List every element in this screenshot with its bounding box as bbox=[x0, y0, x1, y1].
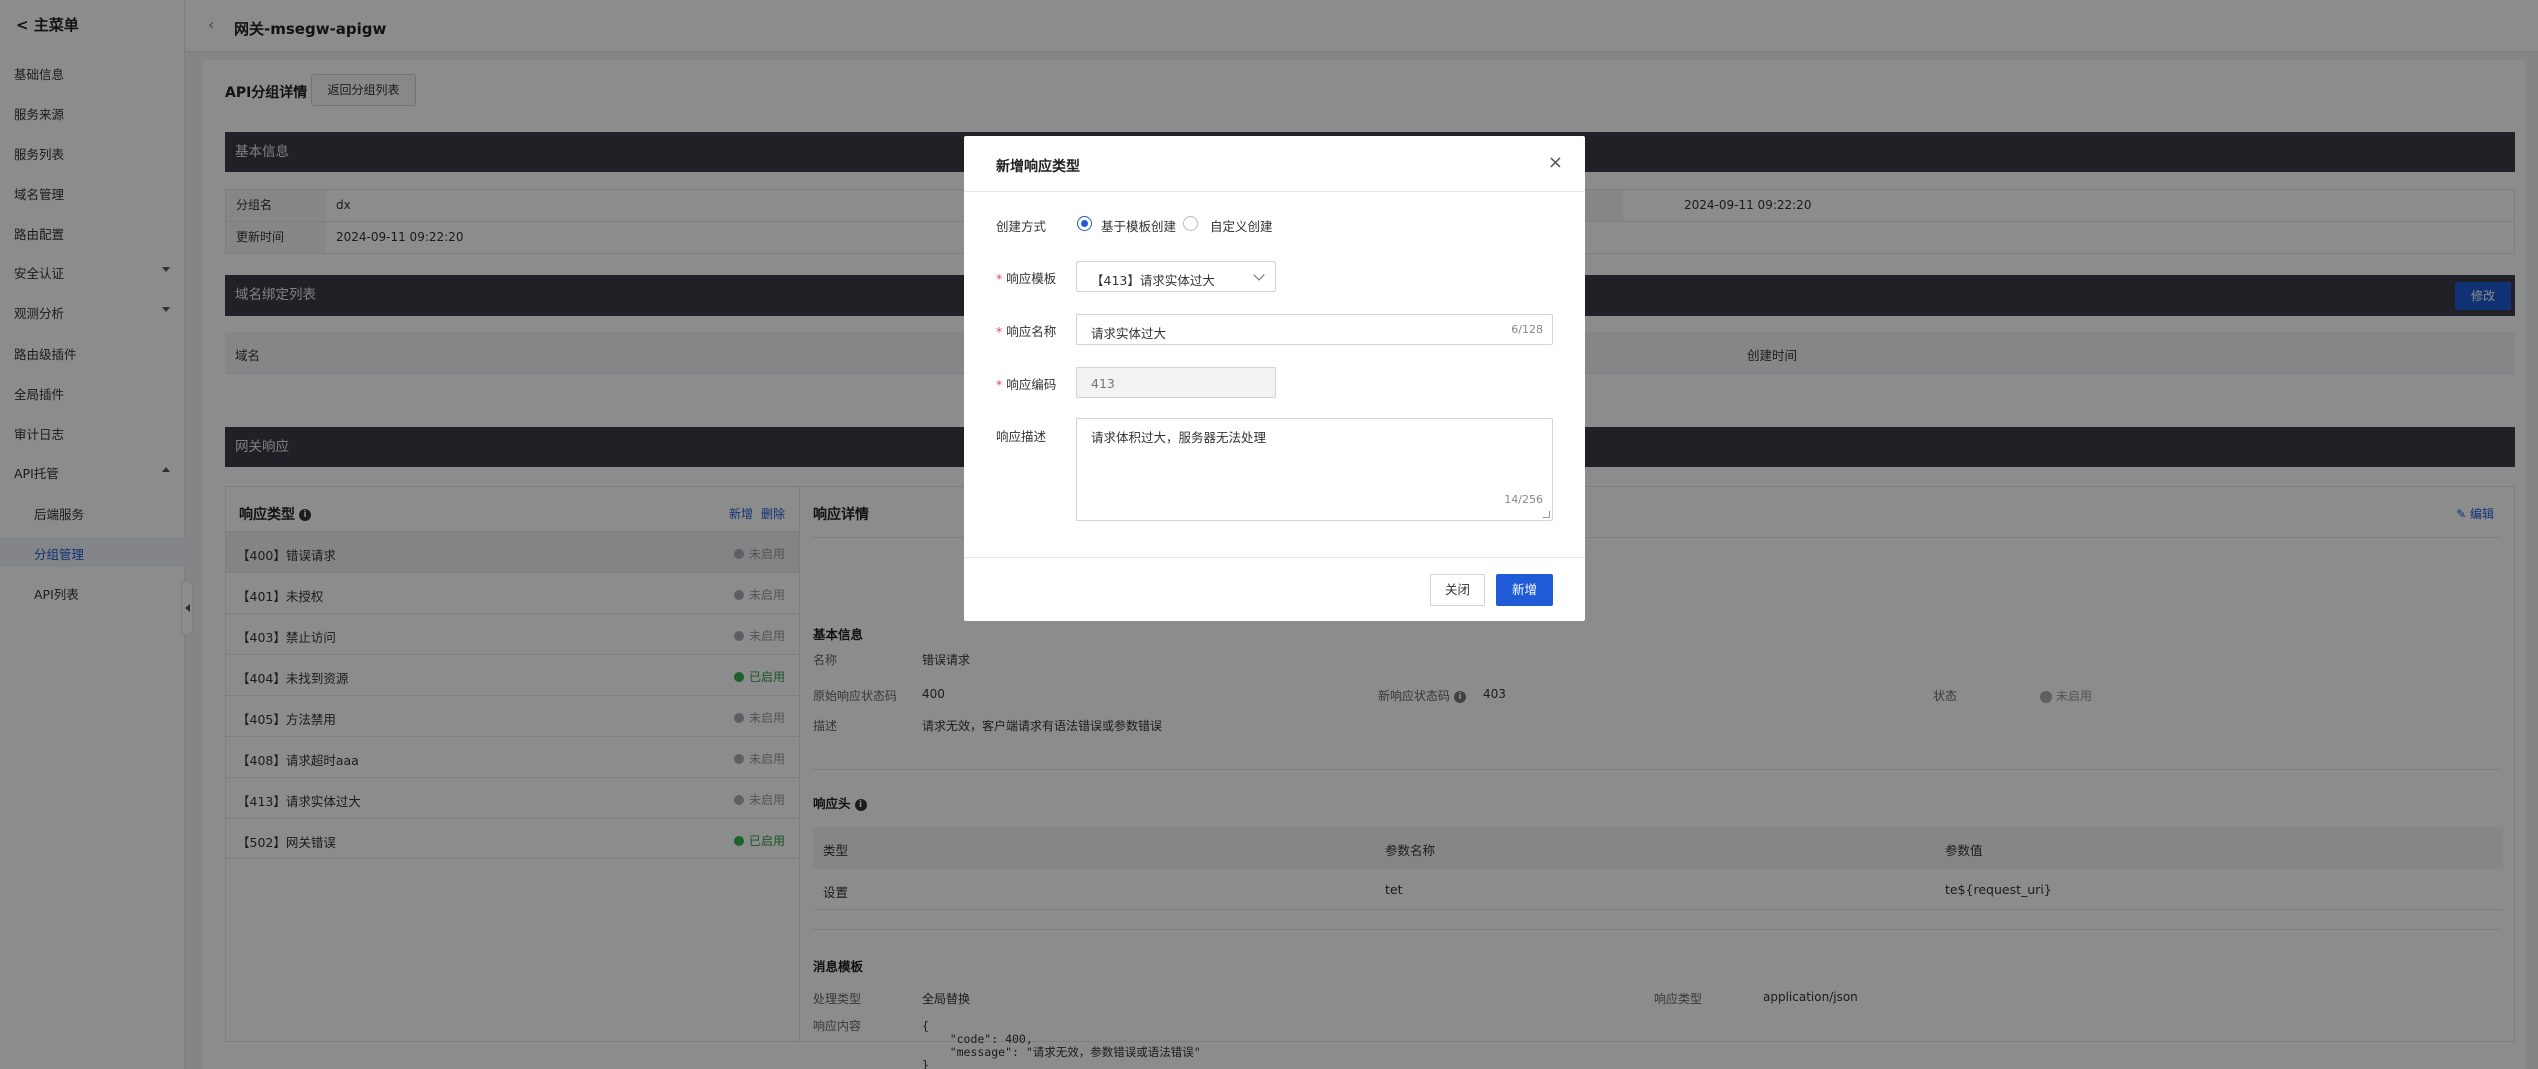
name-label-text: 响应名称 bbox=[1006, 324, 1057, 339]
response-code-input[interactable]: 413 bbox=[1076, 367, 1276, 398]
response-desc-textarea[interactable]: 请求体积过大，服务器无法处理 14/256 bbox=[1076, 418, 1553, 521]
input-value: 请求实体过大 bbox=[1091, 326, 1167, 341]
close-button[interactable]: 关闭 bbox=[1430, 574, 1485, 606]
textarea-value: 请求体积过大，服务器无法处理 bbox=[1091, 430, 1267, 445]
code-label-text: 响应编码 bbox=[1006, 377, 1057, 392]
char-counter: 14/256 bbox=[1504, 493, 1543, 506]
response-name-input[interactable]: 请求实体过大 6/128 bbox=[1076, 314, 1553, 345]
create-mode-label: 创建方式 bbox=[996, 219, 1047, 234]
desc-label: 响应描述 bbox=[996, 429, 1047, 444]
add-response-type-dialog: 新增响应类型 × 创建方式 基于模板创建 自定义创建 * 响应模板 【413】请求… bbox=[964, 136, 1585, 621]
select-value: 【413】请求实体过大 bbox=[1091, 273, 1215, 288]
radio-template-label[interactable]: 基于模板创建 bbox=[1101, 216, 1176, 235]
dialog-title: 新增响应类型 bbox=[996, 159, 1080, 175]
radio-template[interactable] bbox=[1077, 216, 1092, 231]
template-label-text: 响应模板 bbox=[1006, 271, 1057, 286]
radio-custom-label[interactable]: 自定义创建 bbox=[1210, 216, 1273, 235]
chevron-down-icon bbox=[1253, 269, 1265, 281]
response-template-select[interactable]: 【413】请求实体过大 bbox=[1076, 261, 1276, 292]
submit-button[interactable]: 新增 bbox=[1496, 574, 1553, 606]
code-label: * 响应编码 bbox=[996, 374, 1056, 393]
input-value: 413 bbox=[1091, 376, 1115, 391]
required-mark: * bbox=[996, 324, 1003, 339]
resize-grip-icon[interactable] bbox=[1543, 511, 1550, 518]
template-label: * 响应模板 bbox=[996, 268, 1056, 287]
required-mark: * bbox=[996, 271, 1003, 286]
char-counter: 6/128 bbox=[1511, 323, 1543, 336]
dialog-header-divider bbox=[964, 191, 1585, 192]
radio-custom[interactable] bbox=[1183, 216, 1198, 231]
required-mark: * bbox=[996, 377, 1003, 392]
dialog-footer-divider bbox=[964, 557, 1585, 558]
close-icon[interactable]: × bbox=[1548, 152, 1563, 173]
name-label: * 响应名称 bbox=[996, 321, 1056, 340]
